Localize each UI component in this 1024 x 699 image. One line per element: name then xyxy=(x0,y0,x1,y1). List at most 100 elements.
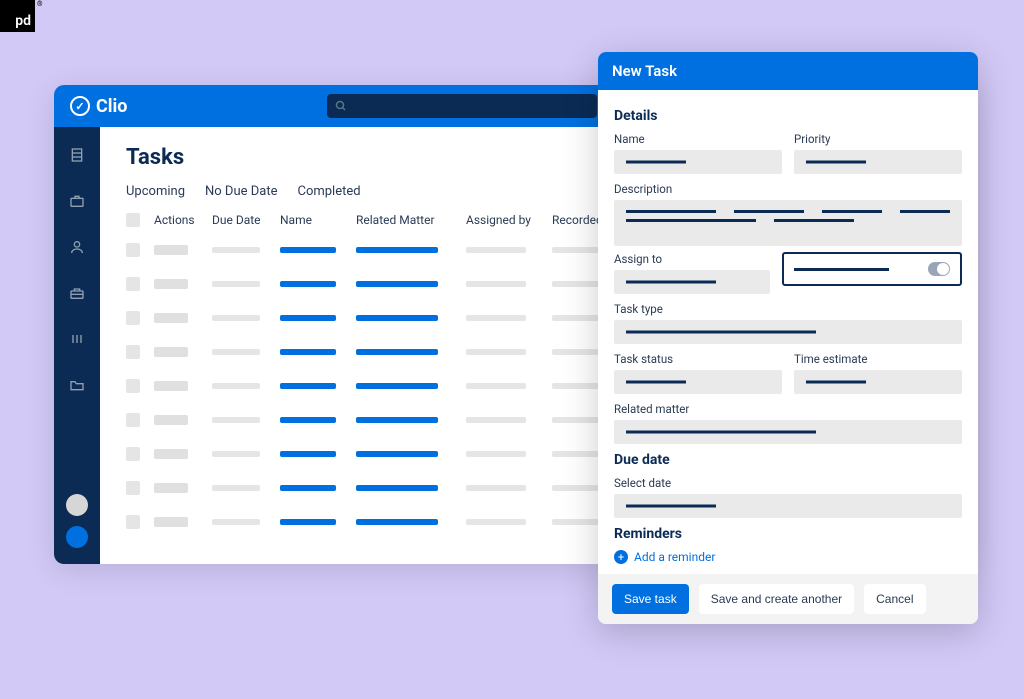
matter-link[interactable] xyxy=(356,281,438,287)
assigned-placeholder xyxy=(466,519,526,525)
label-related-matter: Related matter xyxy=(614,402,962,416)
name-link[interactable] xyxy=(280,315,336,321)
toolbox-icon[interactable] xyxy=(69,285,85,301)
cancel-button[interactable]: Cancel xyxy=(864,584,925,614)
person-icon[interactable] xyxy=(69,239,85,255)
actions-placeholder[interactable] xyxy=(154,245,188,255)
search-icon xyxy=(335,100,347,112)
col-assigned: Assigned by xyxy=(466,213,552,227)
row-checkbox[interactable] xyxy=(126,481,140,495)
recorded-placeholder xyxy=(552,247,602,253)
add-reminder-link[interactable]: + Add a reminder xyxy=(614,550,962,564)
matter-link[interactable] xyxy=(356,247,438,253)
name-link[interactable] xyxy=(280,519,336,525)
assigned-placeholder xyxy=(466,315,526,321)
tab-completed[interactable]: Completed xyxy=(297,184,360,199)
name-link[interactable] xyxy=(280,383,336,389)
name-link[interactable] xyxy=(280,281,336,287)
row-checkbox[interactable] xyxy=(126,515,140,529)
matter-link[interactable] xyxy=(356,383,438,389)
select-date-field[interactable] xyxy=(614,494,962,518)
matter-link[interactable] xyxy=(356,519,438,525)
col-actions: Actions xyxy=(154,213,212,227)
matter-link[interactable] xyxy=(356,315,438,321)
related-matter-field[interactable] xyxy=(614,420,962,444)
name-link[interactable] xyxy=(280,451,336,457)
priority-field[interactable] xyxy=(794,150,962,174)
assigned-placeholder xyxy=(466,247,526,253)
actions-placeholder[interactable] xyxy=(154,517,188,527)
row-checkbox[interactable] xyxy=(126,447,140,461)
pd-badge xyxy=(0,0,35,32)
logo-mark-icon: ✓ xyxy=(70,96,90,116)
briefcase-icon[interactable] xyxy=(69,193,85,209)
name-field[interactable] xyxy=(614,150,782,174)
tab-upcoming[interactable]: Upcoming xyxy=(126,184,185,199)
name-link[interactable] xyxy=(280,247,336,253)
select-all-checkbox[interactable] xyxy=(126,213,140,227)
due-placeholder xyxy=(212,451,260,457)
save-create-another-button[interactable]: Save and create another xyxy=(699,584,854,614)
task-type-field[interactable] xyxy=(614,320,962,344)
recorded-placeholder xyxy=(552,485,602,491)
row-checkbox[interactable] xyxy=(126,243,140,257)
row-checkbox[interactable] xyxy=(126,379,140,393)
search-input[interactable] xyxy=(327,94,597,118)
label-assign-to: Assign to xyxy=(614,252,770,266)
section-details: Details xyxy=(614,108,962,124)
due-placeholder xyxy=(212,349,260,355)
description-field[interactable] xyxy=(614,200,962,246)
due-placeholder xyxy=(212,315,260,321)
actions-placeholder[interactable] xyxy=(154,483,188,493)
label-task-status: Task status xyxy=(614,352,782,366)
name-link[interactable] xyxy=(280,485,336,491)
recorded-placeholder xyxy=(552,281,602,287)
task-status-field[interactable] xyxy=(614,370,782,394)
actions-placeholder[interactable] xyxy=(154,449,188,459)
row-checkbox[interactable] xyxy=(126,345,140,359)
assign-toggle[interactable] xyxy=(928,262,950,276)
actions-placeholder[interactable] xyxy=(154,313,188,323)
assigned-placeholder xyxy=(466,417,526,423)
action-circle[interactable] xyxy=(66,526,88,548)
row-checkbox[interactable] xyxy=(126,311,140,325)
tab-no-due-date[interactable]: No Due Date xyxy=(205,184,277,199)
recorded-placeholder xyxy=(552,315,602,321)
sidebar xyxy=(54,127,100,564)
matter-link[interactable] xyxy=(356,349,438,355)
app-logo: ✓ Clio xyxy=(70,96,127,117)
matter-link[interactable] xyxy=(356,451,438,457)
name-link[interactable] xyxy=(280,417,336,423)
row-checkbox[interactable] xyxy=(126,277,140,291)
due-placeholder xyxy=(212,281,260,287)
recorded-placeholder xyxy=(552,417,602,423)
building-icon[interactable] xyxy=(69,147,85,163)
actions-placeholder[interactable] xyxy=(154,381,188,391)
assigned-placeholder xyxy=(466,485,526,491)
actions-placeholder[interactable] xyxy=(154,347,188,357)
matter-link[interactable] xyxy=(356,485,438,491)
recorded-placeholder xyxy=(552,451,602,457)
label-select-date: Select date xyxy=(614,476,962,490)
avatar-circle[interactable] xyxy=(66,494,88,516)
bars-icon[interactable] xyxy=(69,331,85,347)
time-estimate-field[interactable] xyxy=(794,370,962,394)
assigned-placeholder xyxy=(466,451,526,457)
save-task-button[interactable]: Save task xyxy=(612,584,689,614)
label-time-estimate: Time estimate xyxy=(794,352,962,366)
name-link[interactable] xyxy=(280,349,336,355)
row-checkbox[interactable] xyxy=(126,413,140,427)
assign-to-field[interactable] xyxy=(614,270,770,294)
assigned-placeholder xyxy=(466,349,526,355)
actions-placeholder[interactable] xyxy=(154,415,188,425)
col-due: Due Date xyxy=(212,213,280,227)
modal-footer: Save task Save and create another Cancel xyxy=(598,574,978,624)
matter-link[interactable] xyxy=(356,417,438,423)
due-placeholder xyxy=(212,417,260,423)
plus-icon: + xyxy=(614,550,628,564)
assign-toggle-box[interactable] xyxy=(782,252,962,286)
actions-placeholder[interactable] xyxy=(154,279,188,289)
recorded-placeholder xyxy=(552,349,602,355)
modal-title: New Task xyxy=(598,52,978,90)
folder-icon[interactable] xyxy=(69,377,85,393)
